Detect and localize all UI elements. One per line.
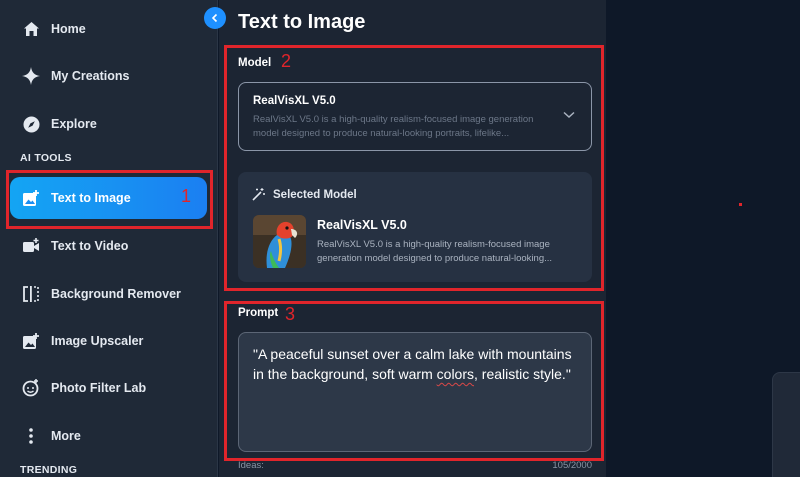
bg-remove-icon [22,285,40,303]
sidebar-item-label: Text to Video [51,239,129,253]
chevron-left-icon [211,13,218,23]
sparkle-icon [22,67,40,85]
character-counter: 105/2000 [552,460,592,471]
section-label-trending: TRENDING [20,464,78,476]
sidebar-item-label: More [51,429,81,443]
sidebar-item-more[interactable]: More [10,415,207,457]
canvas-area [606,0,800,477]
sidebar-item-photo-filter-lab[interactable]: Photo Filter Lab [10,367,207,409]
sidebar-item-label: Home [51,22,86,36]
compass-icon [22,115,40,133]
sidebar-item-my-creations[interactable]: My Creations [10,55,207,97]
home-icon [22,20,40,38]
page-title: Text to Image [238,11,366,33]
sidebar-item-label: Background Remover [51,287,181,301]
sidebar-item-explore[interactable]: Explore [10,103,207,145]
annotation-number-2: 2 [281,51,292,71]
collapse-sidebar-button[interactable] [204,7,226,29]
image-upscale-icon [22,332,40,350]
sidebar: Home My Creations Explore AI TOOLS Text … [0,0,218,477]
annotation-box-3 [224,301,604,461]
floating-panel-edge [772,372,800,477]
annotation-number-1: 1 [181,186,192,206]
sidebar-item-background-remover[interactable]: Background Remover [10,273,207,315]
video-plus-icon [22,237,40,255]
sidebar-item-label: My Creations [51,69,130,83]
sidebar-item-label: Explore [51,117,97,131]
sidebar-item-label: Photo Filter Lab [51,381,147,395]
annotation-number-3: 3 [285,304,296,324]
sidebar-item-image-upscaler[interactable]: Image Upscaler [10,320,207,362]
more-vertical-icon [22,427,40,445]
face-filter-icon [22,379,40,397]
sidebar-item-text-to-video[interactable]: Text to Video [10,225,207,267]
annotation-box-2 [224,45,604,291]
section-label-ai-tools: AI TOOLS [20,152,72,164]
red-dot-marker [739,203,742,206]
ideas-label: Ideas: [238,460,264,471]
sidebar-item-label: Image Upscaler [51,334,144,348]
sidebar-item-home[interactable]: Home [10,8,207,50]
